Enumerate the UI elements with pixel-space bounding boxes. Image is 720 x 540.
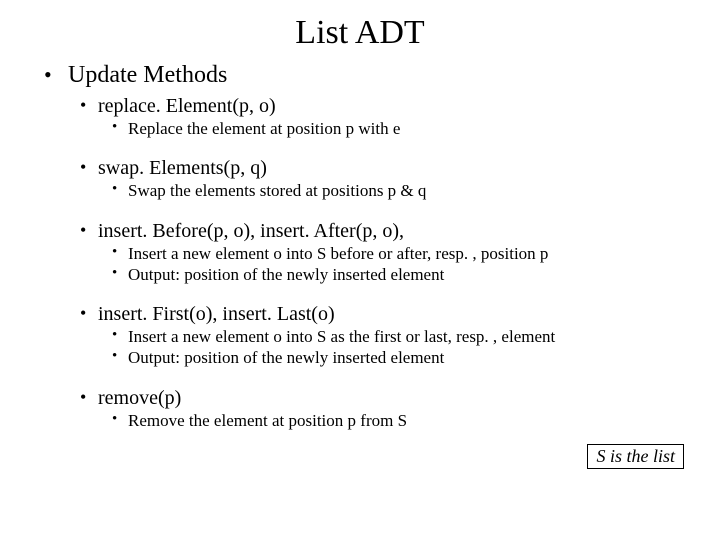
- method-item: remove(p) Remove the element at position…: [68, 387, 696, 431]
- method-detail: Insert a new element o into S before or …: [98, 243, 696, 264]
- method-name: remove(p): [98, 387, 181, 409]
- method-details: Insert a new element o into S as the fir…: [98, 326, 696, 369]
- method-detail: Output: position of the newly inserted e…: [98, 264, 696, 285]
- method-details: Swap the elements stored at positions p …: [98, 180, 696, 201]
- bullet-list-level1: Update Methods replace. Element(p, o) Re…: [24, 62, 696, 431]
- method-detail: Swap the elements stored at positions p …: [98, 180, 696, 201]
- methods-list: replace. Element(p, o) Replace the eleme…: [68, 95, 696, 431]
- method-item: insert. First(o), insert. Last(o) Insert…: [68, 303, 696, 369]
- method-details: Insert a new element o into S before or …: [98, 243, 696, 286]
- method-detail: Insert a new element o into S as the fir…: [98, 326, 696, 347]
- method-name: insert. First(o), insert. Last(o): [98, 303, 335, 325]
- method-name: insert. Before(p, o), insert. After(p, o…: [98, 220, 404, 242]
- slide-title: List ADT: [24, 14, 696, 52]
- method-item: swap. Elements(p, q) Swap the elements s…: [68, 157, 696, 201]
- method-name: swap. Elements(p, q): [98, 157, 267, 179]
- heading-item: Update Methods replace. Element(p, o) Re…: [24, 62, 696, 431]
- method-detail: Output: position of the newly inserted e…: [98, 347, 696, 368]
- method-name: replace. Element(p, o): [98, 95, 276, 117]
- note-box: S is the list: [587, 444, 684, 469]
- slide: List ADT Update Methods replace. Element…: [0, 0, 720, 540]
- method-details: Replace the element at position p with e: [98, 118, 696, 139]
- heading-text: Update Methods: [68, 62, 227, 88]
- method-details: Remove the element at position p from S: [98, 410, 696, 431]
- method-item: insert. Before(p, o), insert. After(p, o…: [68, 220, 696, 286]
- method-detail: Remove the element at position p from S: [98, 410, 696, 431]
- method-detail: Replace the element at position p with e: [98, 118, 696, 139]
- method-item: replace. Element(p, o) Replace the eleme…: [68, 95, 696, 139]
